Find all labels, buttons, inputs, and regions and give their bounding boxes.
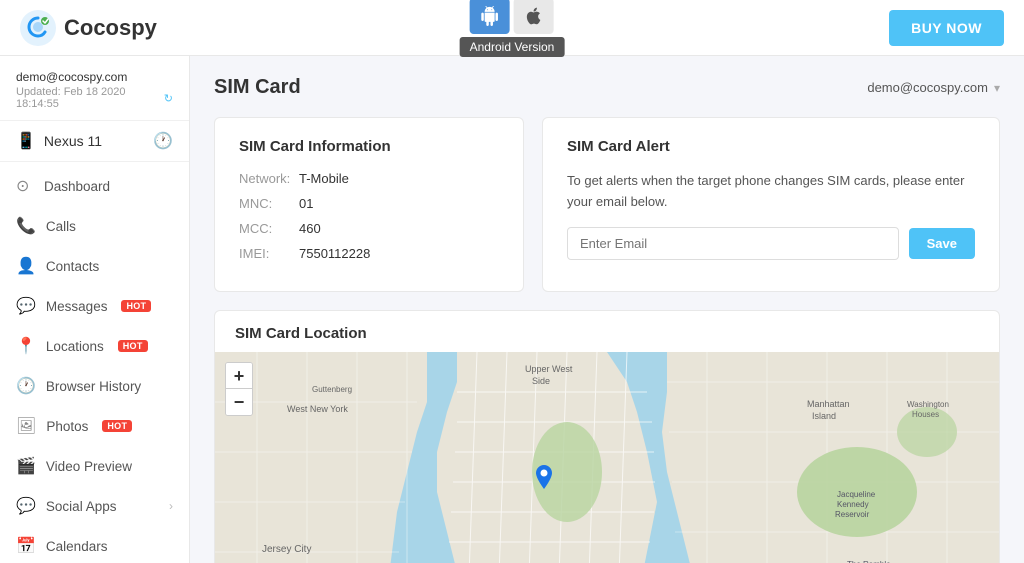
- social-apps-icon: 💬: [16, 496, 36, 516]
- chevron-down-icon: ▾: [994, 81, 1000, 95]
- sim-alert-input-row: Save: [567, 227, 975, 260]
- sim-mcc-row: MCC: 460: [239, 221, 499, 236]
- top-header: Cocospy Android Version BUY NOW: [0, 0, 1024, 56]
- photos-hot-badge: HOT: [102, 420, 132, 432]
- sim-alert-card: SIM Card Alert To get alerts when the ta…: [542, 117, 1000, 292]
- sim-imei-value: 7550112228: [299, 246, 370, 261]
- logo-area: Cocospy: [20, 10, 157, 46]
- map-zoom-out-button[interactable]: −: [226, 389, 252, 415]
- sidebar-item-calendars[interactable]: 📅 Calendars: [0, 526, 189, 563]
- browser-history-icon: 🕐: [16, 376, 36, 396]
- user-menu-email: demo@cocospy.com: [867, 80, 988, 95]
- sidebar-item-locations[interactable]: 📍 Locations HOT: [0, 326, 189, 366]
- sim-alert-description: To get alerts when the target phone chan…: [567, 171, 975, 213]
- sim-alert-card-title: SIM Card Alert: [567, 138, 975, 155]
- sim-alert-email-input[interactable]: [567, 227, 899, 260]
- sidebar-nav: ⊙ Dashboard 📞 Calls 👤 Contacts 💬 Message…: [0, 162, 189, 563]
- refresh-icon[interactable]: ↻: [164, 92, 173, 105]
- svg-text:Guttenberg: Guttenberg: [312, 385, 352, 394]
- buy-now-button[interactable]: BUY NOW: [889, 10, 1004, 46]
- content-area: SIM Card demo@cocospy.com ▾ SIM Card Inf…: [190, 56, 1024, 563]
- map-location-pin: [530, 465, 558, 498]
- main-layout: demo@cocospy.com Updated: Feb 18 2020 18…: [0, 56, 1024, 563]
- sim-mcc-value: 460: [299, 221, 321, 236]
- map-zoom-in-button[interactable]: +: [226, 363, 252, 389]
- sidebar-item-dashboard[interactable]: ⊙ Dashboard: [0, 166, 189, 206]
- ios-platform-button[interactable]: [514, 0, 554, 34]
- user-menu[interactable]: demo@cocospy.com ▾: [867, 80, 1000, 95]
- platform-buttons: [470, 0, 554, 34]
- svg-text:Upper West: Upper West: [525, 364, 573, 374]
- sidebar-device: 📱 Nexus 11 🕐: [0, 121, 189, 162]
- svg-text:Jacqueline: Jacqueline: [837, 490, 876, 499]
- svg-text:Side: Side: [532, 376, 550, 386]
- calls-icon: 📞: [16, 216, 36, 236]
- sidebar-item-calls[interactable]: 📞 Calls: [0, 206, 189, 246]
- sim-mnc-row: MNC: 01: [239, 196, 499, 211]
- sim-network-row: Network: T-Mobile: [239, 171, 499, 186]
- sim-mnc-label: MNC:: [239, 196, 299, 211]
- sim-info-card: SIM Card Information Network: T-Mobile M…: [214, 117, 524, 292]
- svg-text:Houses: Houses: [912, 410, 939, 419]
- svg-text:Reservoir: Reservoir: [835, 510, 870, 519]
- sidebar-item-social-apps[interactable]: 💬 Social Apps ›: [0, 486, 189, 526]
- platform-label: Android Version: [460, 37, 565, 57]
- svg-text:Washington: Washington: [907, 400, 949, 409]
- device-time-icon: 🕐: [153, 131, 173, 151]
- sim-mcc-label: MCC:: [239, 221, 299, 236]
- page-title: SIM Card: [214, 76, 301, 99]
- dashboard-icon: ⊙: [16, 176, 34, 196]
- photos-icon: 🖼: [16, 416, 36, 436]
- sim-location-card: SIM Card Location: [214, 310, 1000, 563]
- sidebar-item-photos[interactable]: 🖼 Photos HOT: [0, 406, 189, 446]
- sidebar-user-email: demo@cocospy.com: [16, 70, 173, 84]
- sim-mnc-value: 01: [299, 196, 313, 211]
- device-icon: 📱: [16, 131, 36, 151]
- social-apps-arrow: ›: [169, 499, 173, 513]
- platform-switcher: Android Version: [460, 0, 565, 57]
- logo-icon: [20, 10, 56, 46]
- svg-text:Island: Island: [812, 411, 836, 421]
- sidebar-device-name: 📱 Nexus 11: [16, 131, 102, 151]
- sim-info-card-title: SIM Card Information: [239, 138, 499, 155]
- locations-icon: 📍: [16, 336, 36, 356]
- map-container: West New York Guttenberg Upper West Side…: [215, 352, 999, 563]
- map-svg: West New York Guttenberg Upper West Side…: [215, 352, 999, 563]
- map-zoom-controls: + −: [225, 362, 253, 416]
- svg-text:Kennedy: Kennedy: [837, 500, 869, 509]
- sidebar-item-browser-history[interactable]: 🕐 Browser History: [0, 366, 189, 406]
- sim-location-card-title: SIM Card Location: [215, 311, 999, 352]
- locations-hot-badge: HOT: [118, 340, 148, 352]
- messages-hot-badge: HOT: [121, 300, 151, 312]
- sim-imei-label: IMEI:: [239, 246, 299, 261]
- logo-text: Cocospy: [64, 15, 157, 41]
- sim-network-value: T-Mobile: [299, 171, 349, 186]
- sidebar-item-messages[interactable]: 💬 Messages HOT: [0, 286, 189, 326]
- android-platform-button[interactable]: [470, 0, 510, 34]
- cards-row: SIM Card Information Network: T-Mobile M…: [214, 117, 1000, 292]
- contacts-icon: 👤: [16, 256, 36, 276]
- sidebar: demo@cocospy.com Updated: Feb 18 2020 18…: [0, 56, 190, 563]
- content-header: SIM Card demo@cocospy.com ▾: [214, 76, 1000, 99]
- sidebar-user: demo@cocospy.com Updated: Feb 18 2020 18…: [0, 56, 189, 121]
- save-button[interactable]: Save: [909, 228, 975, 259]
- sidebar-user-updated: Updated: Feb 18 2020 18:14:55 ↻: [16, 86, 173, 110]
- sim-network-label: Network:: [239, 171, 299, 186]
- calendars-icon: 📅: [16, 536, 36, 556]
- sidebar-item-contacts[interactable]: 👤 Contacts: [0, 246, 189, 286]
- svg-text:West New York: West New York: [287, 404, 348, 414]
- sidebar-item-video-preview[interactable]: 🎬 Video Preview: [0, 446, 189, 486]
- messages-icon: 💬: [16, 296, 36, 316]
- svg-text:Manhattan: Manhattan: [807, 399, 850, 409]
- video-icon: 🎬: [16, 456, 36, 476]
- svg-text:Jersey City: Jersey City: [262, 544, 311, 555]
- sim-imei-row: IMEI: 7550112228: [239, 246, 499, 261]
